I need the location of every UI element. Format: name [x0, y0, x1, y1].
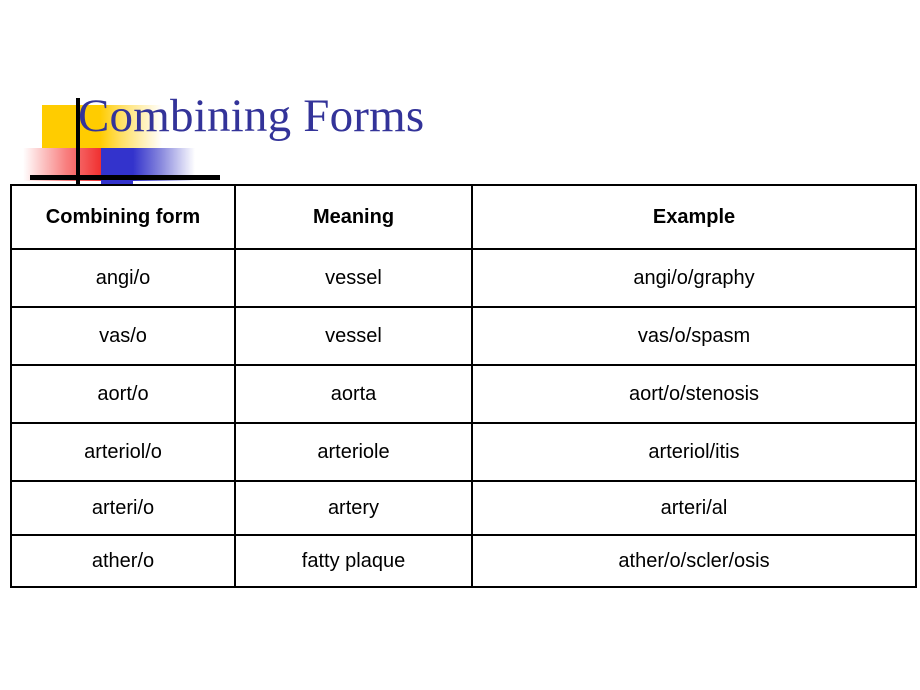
cell-combining-form: angi/o [10, 248, 236, 308]
combining-forms-table: Combining form Meaning Example angi/o ve… [10, 184, 917, 588]
blue-gradient-bar-icon [133, 148, 195, 181]
cell-meaning: artery [234, 480, 473, 536]
cell-combining-form: vas/o [10, 306, 236, 366]
page-title: Combining Forms [78, 90, 425, 142]
cell-example: aort/o/stenosis [471, 364, 917, 424]
red-gradient-rect-icon [23, 148, 101, 181]
cell-example: vas/o/spasm [471, 306, 917, 366]
cell-example: arteriol/itis [471, 422, 917, 482]
table-header-row: Combining form Meaning Example [10, 184, 917, 250]
cell-combining-form: ather/o [10, 534, 236, 588]
cell-example: ather/o/scler/osis [471, 534, 917, 588]
table-row: vas/o vessel vas/o/spasm [10, 306, 917, 366]
cell-combining-form: arteriol/o [10, 422, 236, 482]
column-header-meaning: Meaning [234, 184, 473, 250]
cell-meaning: fatty plaque [234, 534, 473, 588]
cell-example: angi/o/graphy [471, 248, 917, 308]
cell-combining-form: arteri/o [10, 480, 236, 536]
horizontal-rule-icon [30, 175, 220, 180]
cell-meaning: aorta [234, 364, 473, 424]
cell-meaning: vessel [234, 306, 473, 366]
column-header-example: Example [471, 184, 917, 250]
slide-canvas: Combining Forms Combining form Meaning E… [0, 0, 920, 690]
table-row: angi/o vessel angi/o/graphy [10, 248, 917, 308]
table-row: aort/o aorta aort/o/stenosis [10, 364, 917, 424]
cell-meaning: vessel [234, 248, 473, 308]
table-row: arteriol/o arteriole arteriol/itis [10, 422, 917, 482]
cell-meaning: arteriole [234, 422, 473, 482]
table-row: ather/o fatty plaque ather/o/scler/osis [10, 534, 917, 588]
column-header-combining-form: Combining form [10, 184, 236, 250]
combining-forms-table-wrapper: Combining form Meaning Example angi/o ve… [10, 184, 917, 601]
cell-example: arteri/al [471, 480, 917, 536]
cell-combining-form: aort/o [10, 364, 236, 424]
table-row: arteri/o artery arteri/al [10, 480, 917, 536]
